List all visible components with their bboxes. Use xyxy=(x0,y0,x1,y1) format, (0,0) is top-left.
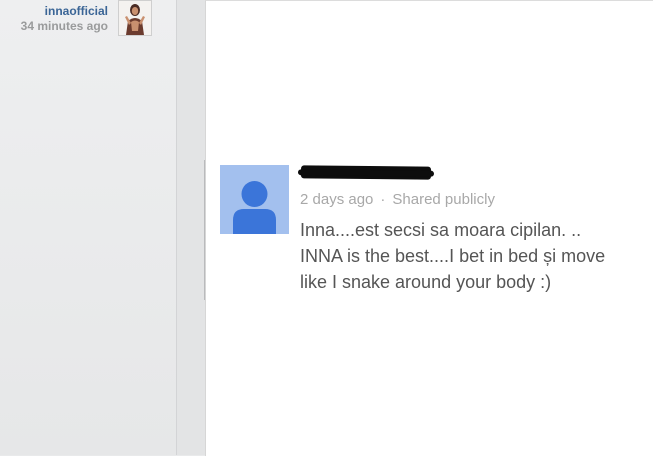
person-silhouette-icon xyxy=(233,181,276,234)
author-photo xyxy=(119,1,151,35)
author-avatar[interactable] xyxy=(118,0,152,36)
meta-separator: · xyxy=(380,191,386,208)
comment-line: INNA is the best....I bet in bed și move xyxy=(300,246,606,266)
comment-body: Inna....est secsi sa moara cipilan. .. I… xyxy=(300,217,640,295)
stream-item-author: innaofficial 34 minutes ago xyxy=(21,4,108,33)
column-divider xyxy=(176,0,206,455)
comment-meta: 2 days ago · Shared publicly xyxy=(300,191,495,208)
comment-line: Inna....est secsi sa moara cipilan. .. xyxy=(300,220,582,240)
comment-time-link[interactable]: 2 days ago xyxy=(300,191,373,208)
commenter-name-redacted xyxy=(300,165,432,180)
left-pane: innaofficial 34 minutes ago xyxy=(0,0,176,455)
commenter-avatar[interactable] xyxy=(220,165,289,234)
comment-line: like I snake around your body :) xyxy=(300,272,552,292)
post-timestamp[interactable]: 34 minutes ago xyxy=(21,19,108,33)
visibility-label: Shared publicly xyxy=(392,191,495,208)
author-name-link[interactable]: innaofficial xyxy=(21,4,108,18)
